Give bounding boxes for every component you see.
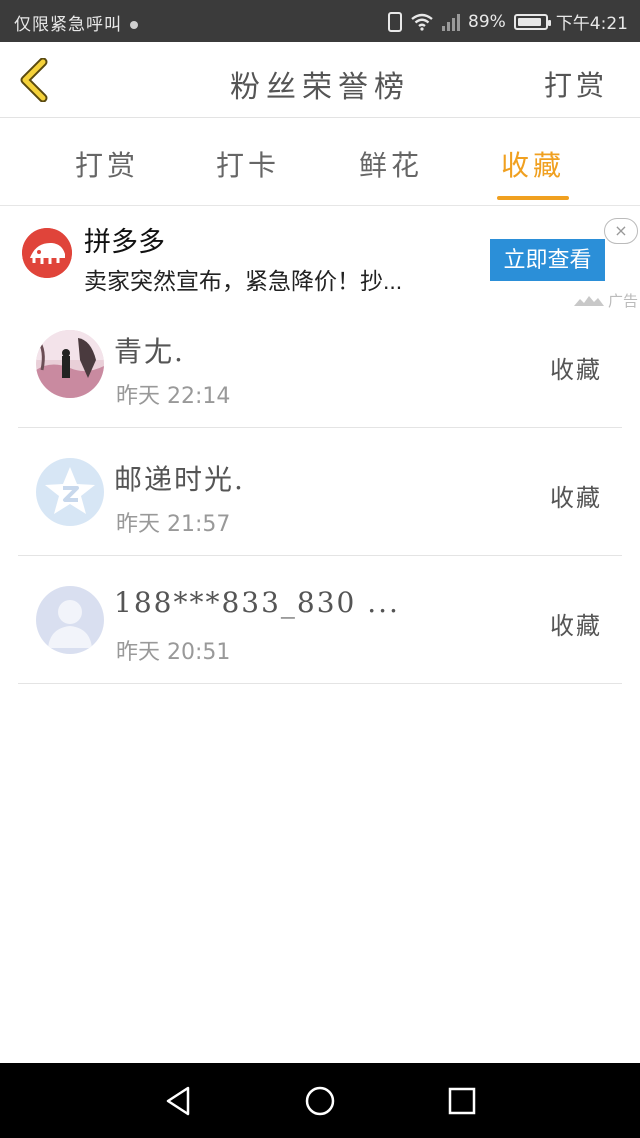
battery-percent: 89% bbox=[468, 11, 506, 32]
nav-recents-button[interactable] bbox=[442, 1083, 482, 1119]
close-icon: × bbox=[614, 221, 628, 240]
tab-favorites[interactable]: 收藏 bbox=[488, 144, 578, 184]
ad-description: 卖家突然宣布，紧急降价！抄... bbox=[84, 268, 403, 294]
divider bbox=[18, 683, 622, 684]
status-bar: 仅限紧急呼叫 89% 下午4:21 bbox=[0, 0, 640, 42]
avatar[interactable] bbox=[36, 330, 104, 398]
user-name: 邮递时光. bbox=[114, 463, 245, 496]
tab-flowers[interactable]: 鲜花 bbox=[346, 144, 436, 184]
user-name: 青尢. bbox=[114, 335, 185, 368]
list-item[interactable]: 青尢. 昨天 22:14 收藏 bbox=[0, 300, 640, 428]
ad-close-button[interactable]: × bbox=[604, 218, 638, 244]
favorite-action-label: 收藏 bbox=[550, 356, 602, 384]
reward-button[interactable]: 打赏 bbox=[544, 64, 608, 104]
system-nav-bar bbox=[0, 1063, 640, 1138]
circle-home-icon bbox=[305, 1086, 335, 1116]
triangle-back-icon bbox=[166, 1086, 190, 1116]
clock: 下午4:21 bbox=[555, 14, 628, 34]
favorite-action-label: 收藏 bbox=[550, 484, 602, 512]
vibrate-icon bbox=[388, 11, 403, 32]
app-header: 粉丝荣誉榜 打赏 bbox=[0, 42, 640, 118]
wifi-icon bbox=[411, 13, 433, 31]
tab-checkin[interactable]: 打卡 bbox=[203, 144, 293, 184]
status-icons: 89% 下午4:21 bbox=[388, 9, 628, 34]
ad-view-now-button[interactable]: 立即查看 bbox=[490, 239, 605, 281]
list-item[interactable]: 188***833_830 ... 昨天 20:51 收藏 bbox=[0, 556, 640, 684]
user-name: 188***833_830 ... bbox=[114, 586, 400, 619]
avatar[interactable] bbox=[36, 586, 104, 654]
carrier-text: 仅限紧急呼叫 bbox=[14, 15, 122, 35]
avatar[interactable] bbox=[36, 458, 104, 526]
tab-bar: 打赏 打卡 鲜花 收藏 bbox=[0, 118, 640, 206]
ad-banner[interactable]: 拼多多 卖家突然宣布，紧急降价！抄... 立即查看 × 广告 bbox=[0, 206, 640, 314]
default-user-icon bbox=[36, 586, 104, 654]
notification-dot-icon bbox=[130, 21, 138, 29]
nav-home-button[interactable] bbox=[300, 1083, 340, 1119]
signal-icon bbox=[442, 13, 461, 31]
list-item[interactable]: 邮递时光. 昨天 21:57 收藏 bbox=[0, 428, 640, 556]
carrier-status: 仅限紧急呼叫 bbox=[14, 10, 138, 35]
timestamp: 昨天 22:14 bbox=[116, 384, 231, 409]
ad-title: 拼多多 bbox=[84, 227, 165, 257]
favorites-list: 青尢. 昨天 22:14 收藏 邮递时光. 昨天 21:57 收藏 188***… bbox=[0, 300, 640, 684]
timestamp: 昨天 20:51 bbox=[116, 640, 231, 665]
qzone-star-icon bbox=[36, 458, 104, 526]
active-tab-indicator bbox=[497, 196, 569, 200]
timestamp: 昨天 21:57 bbox=[116, 512, 231, 537]
tab-reward[interactable]: 打赏 bbox=[62, 144, 152, 184]
battery-icon bbox=[513, 13, 551, 30]
nav-back-button[interactable] bbox=[158, 1083, 198, 1119]
favorite-action-label: 收藏 bbox=[550, 612, 602, 640]
square-recents-icon bbox=[448, 1087, 476, 1115]
pinduoduo-logo-icon bbox=[22, 228, 72, 278]
battery-fill bbox=[517, 17, 541, 26]
